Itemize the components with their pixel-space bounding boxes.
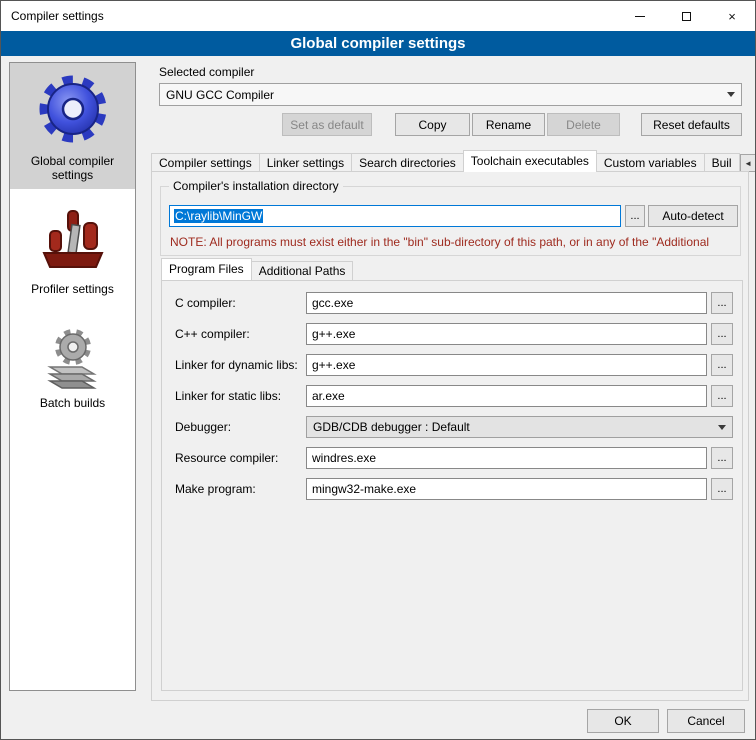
auto-detect-button[interactable]: Auto-detect — [648, 205, 738, 227]
static-linker-browse-button[interactable]: ... — [711, 385, 733, 407]
debugger-label: Debugger: — [175, 416, 231, 438]
make-program-browse-button[interactable]: ... — [711, 478, 733, 500]
settings-category-list: Global compiler settings Profiler settin… — [9, 62, 136, 691]
make-program-row: Make program: ... — [162, 478, 742, 500]
resource-compiler-input[interactable] — [306, 447, 707, 469]
tab-scroll-buttons: ◄ ► — [739, 154, 756, 172]
titlebar: Compiler settings × — [1, 1, 755, 31]
tab-compiler-settings[interactable]: Compiler settings — [151, 153, 260, 172]
close-icon: × — [728, 9, 736, 24]
bin-subdirectory-note: NOTE: All programs must exist either in … — [170, 235, 736, 249]
compiler-select[interactable]: GNU GCC Compiler — [159, 83, 742, 106]
selected-compiler-label: Selected compiler — [159, 65, 254, 79]
subtab-additional-paths[interactable]: Additional Paths — [251, 261, 354, 280]
resource-compiler-label: Resource compiler: — [175, 447, 278, 469]
tab-search-directories[interactable]: Search directories — [351, 153, 464, 172]
ok-button[interactable]: OK — [587, 709, 659, 733]
minimize-icon — [635, 16, 645, 17]
tab-build-options-clipped[interactable]: Buil — [704, 153, 740, 172]
tab-custom-variables[interactable]: Custom variables — [596, 153, 705, 172]
resource-compiler-row: Resource compiler: ... — [162, 447, 742, 469]
page-title: Global compiler settings — [1, 31, 755, 56]
sidebar-item-label: Batch builds — [36, 396, 109, 410]
gray-gear-stack-icon — [40, 325, 106, 391]
install-dir-browse-button[interactable]: ... — [625, 205, 645, 227]
install-dir-selected-text: C:\raylib\MinGW — [174, 209, 263, 223]
c-compiler-browse-button[interactable]: ... — [711, 292, 733, 314]
settings-tab-strip: Compiler settings Linker settings Search… — [151, 150, 749, 172]
make-program-label: Make program: — [175, 478, 256, 500]
copy-button[interactable]: Copy — [395, 113, 470, 136]
rename-button[interactable]: Rename — [472, 113, 545, 136]
tab-toolchain-executables[interactable]: Toolchain executables — [463, 150, 597, 172]
cpp-compiler-input[interactable] — [306, 323, 707, 345]
tab-scroll-left-button[interactable]: ◄ — [740, 154, 756, 172]
dynamic-linker-browse-button[interactable]: ... — [711, 354, 733, 376]
cpp-compiler-browse-button[interactable]: ... — [711, 323, 733, 345]
set-as-default-button[interactable]: Set as default — [282, 113, 372, 136]
chevron-down-icon — [712, 418, 731, 436]
dynamic-linker-input[interactable] — [306, 354, 707, 376]
tab-linker-settings[interactable]: Linker settings — [259, 153, 352, 172]
debugger-row: Debugger: GDB/CDB debugger : Default — [162, 416, 742, 438]
maximize-icon — [682, 12, 691, 21]
window-title: Compiler settings — [11, 9, 104, 23]
static-linker-label: Linker for static libs: — [175, 385, 281, 407]
sidebar-item-label: Global compiler settings — [10, 154, 135, 182]
static-linker-row: Linker for static libs: ... — [162, 385, 742, 407]
program-files-panel: C compiler: ... C++ compiler: ... Linker… — [161, 280, 743, 691]
close-button[interactable]: × — [709, 1, 755, 31]
reset-defaults-button[interactable]: Reset defaults — [641, 113, 742, 136]
maximize-button[interactable] — [663, 1, 709, 31]
subtab-program-files[interactable]: Program Files — [161, 258, 252, 280]
sidebar-item-profiler-settings[interactable]: Profiler settings — [10, 199, 135, 301]
compiler-select-value: GNU GCC Compiler — [166, 88, 274, 102]
blue-gear-icon — [35, 69, 111, 149]
cancel-button[interactable]: Cancel — [667, 709, 745, 733]
window-controls: × — [617, 1, 755, 31]
sidebar-item-batch-builds[interactable]: Batch builds — [10, 319, 135, 421]
chevron-down-icon — [721, 85, 740, 104]
minimize-button[interactable] — [617, 1, 663, 31]
debugger-select-value: GDB/CDB debugger : Default — [313, 420, 470, 434]
program-files-tab-strip: Program Files Additional Paths — [161, 259, 352, 280]
make-program-input[interactable] — [306, 478, 707, 500]
resource-compiler-browse-button[interactable]: ... — [711, 447, 733, 469]
c-compiler-input[interactable] — [306, 292, 707, 314]
installation-directory-group: Compiler's installation directory C:\ray… — [160, 186, 741, 256]
profiler-tool-icon — [38, 205, 108, 277]
delete-button[interactable]: Delete — [547, 113, 620, 136]
debugger-select[interactable]: GDB/CDB debugger : Default — [306, 416, 733, 438]
static-linker-input[interactable] — [306, 385, 707, 407]
compiler-settings-dialog: Compiler settings × Global compiler sett… — [0, 0, 756, 740]
installation-directory-group-title: Compiler's installation directory — [169, 179, 343, 193]
c-compiler-row: C compiler: ... — [162, 292, 742, 314]
cpp-compiler-label: C++ compiler: — [175, 323, 250, 345]
cpp-compiler-row: C++ compiler: ... — [162, 323, 742, 345]
dynamic-linker-label: Linker for dynamic libs: — [175, 354, 298, 376]
sidebar-item-label: Profiler settings — [27, 282, 118, 296]
dynamic-linker-row: Linker for dynamic libs: ... — [162, 354, 742, 376]
sidebar-item-global-compiler-settings[interactable]: Global compiler settings — [10, 63, 135, 189]
c-compiler-label: C compiler: — [175, 292, 236, 314]
toolchain-executables-panel: Compiler's installation directory C:\ray… — [151, 171, 749, 701]
install-dir-input[interactable]: C:\raylib\MinGW — [169, 205, 621, 227]
